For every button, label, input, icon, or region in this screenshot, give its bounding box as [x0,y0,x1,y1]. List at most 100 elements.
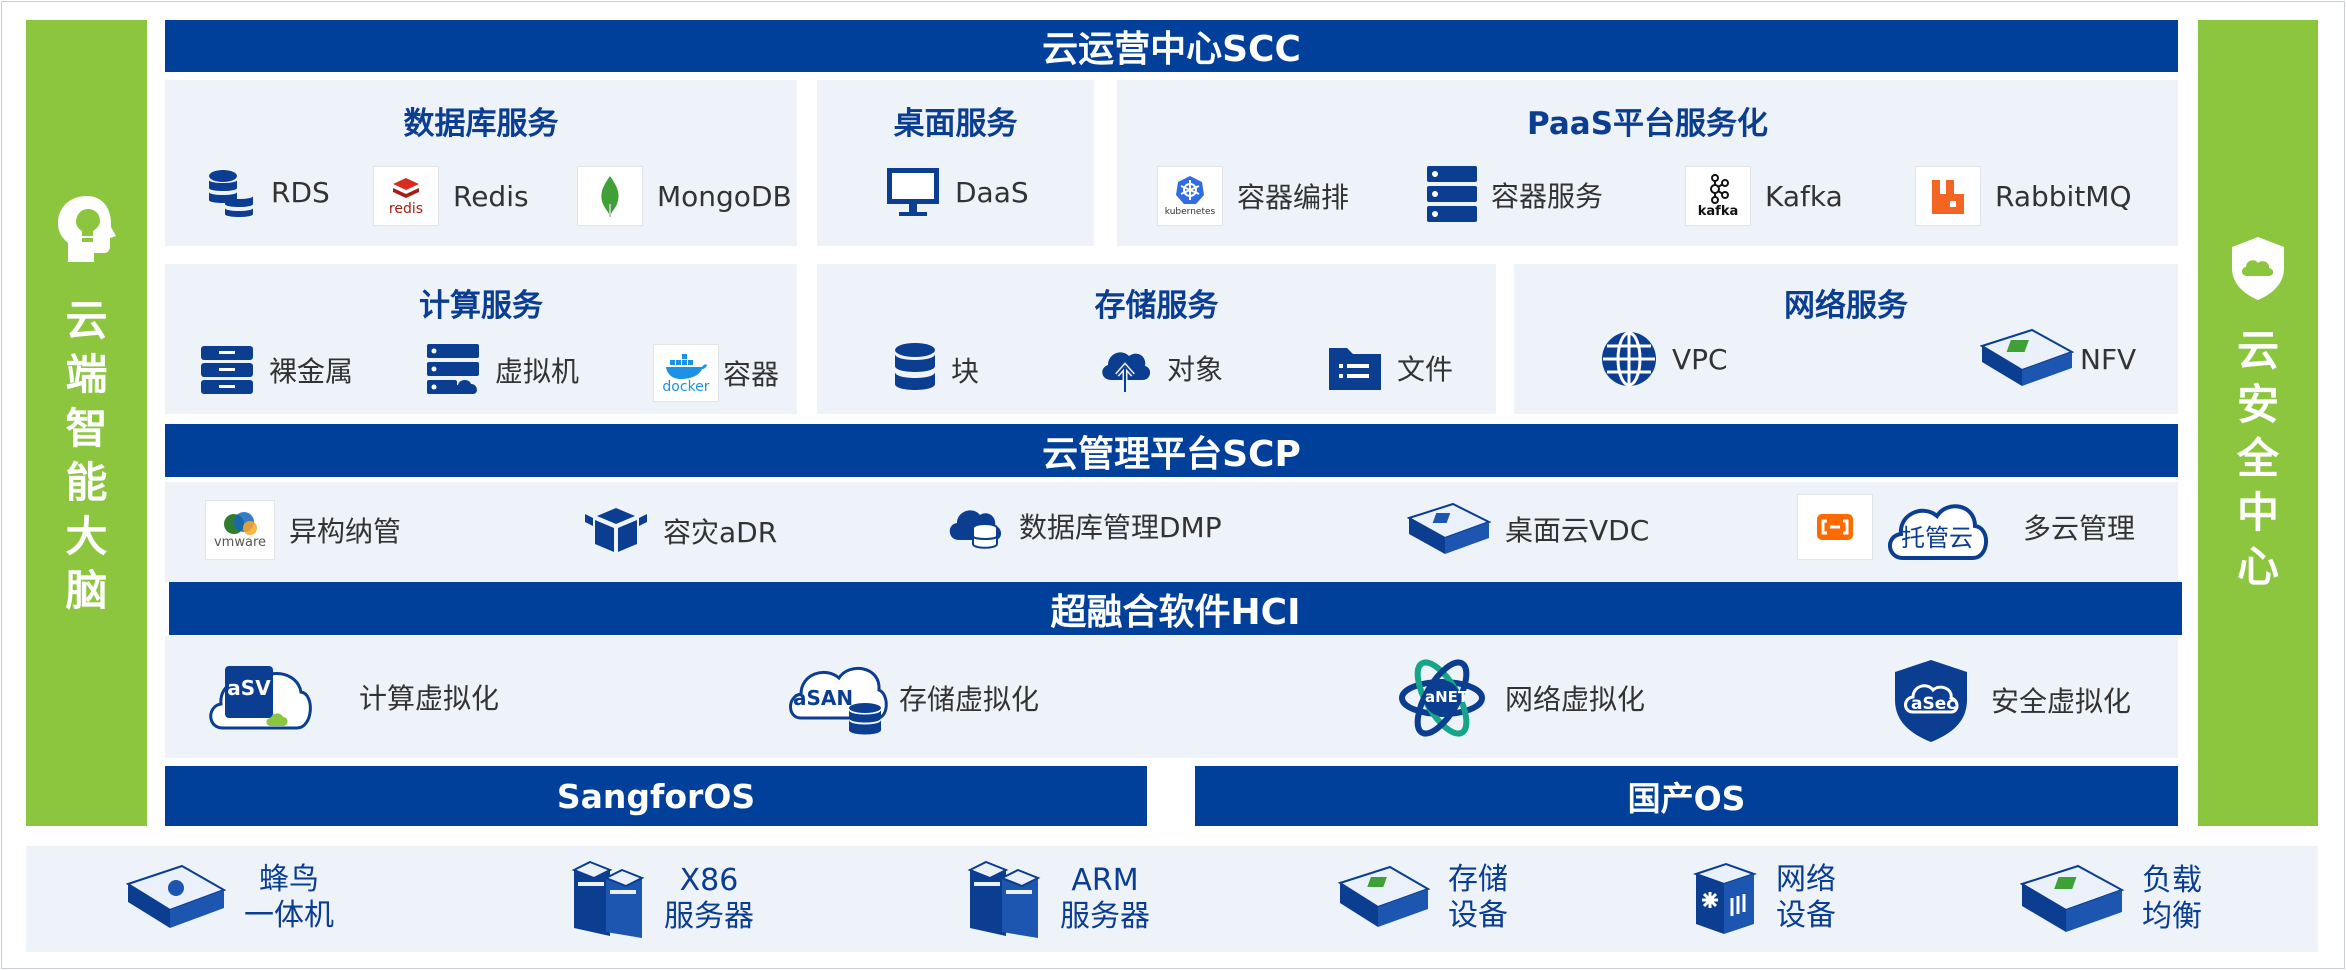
service-item-mongodb: MongoDB [577,166,792,226]
hardware-line: ARM [1071,863,1139,898]
asec-icon: aSec [1891,656,1971,744]
service-item-docker: docker 容器 [653,344,779,402]
left-sidebar-char: 端 [65,350,108,399]
bare-metal-icon [199,344,255,396]
folder-icon [1327,342,1383,394]
hci-item-security: aSec 安全虚拟化 [1891,656,2131,744]
scp-label: 数据库管理DMP [1019,511,1222,544]
hci-label: 存储虚拟化 [899,683,1040,716]
multi-cloud-text: 托管云 [1901,523,1973,552]
service-label: RDS [271,175,330,209]
hardware-line: 网络 [1776,862,1836,897]
domestic-os-title: 国产OS [1627,779,1746,818]
vdc-appliance-icon [1407,500,1491,558]
docker-text: docker [662,379,710,395]
panel-title: 数据库服务 [403,106,559,142]
panel-title: 计算服务 [419,288,543,324]
kafka-text: kafka [1697,204,1739,219]
database-panel: 数据库服务 RDS redis Redis MongoDB [165,80,797,246]
left-sidebar-char: 大 [65,512,108,561]
left-sidebar-char: 脑 [65,566,108,615]
asan-text: aSAN [793,686,854,710]
hardware-line: 蜂鸟 [259,862,319,897]
left-sidebar-char: 智 [65,404,108,453]
service-label: 容器编排 [1237,181,1350,214]
service-item-block: 块 [893,342,979,398]
service-item-object: 对象 [1097,342,1223,394]
hardware-label: 存储 设备 [1448,862,1508,934]
network-panel: 网络服务 VPC NFV [1514,264,2178,414]
service-label: 块 [951,355,980,388]
tower-server-icon [967,860,1041,938]
compute-panel: 计算服务 裸金属 虚拟机 docker 容器 [165,264,797,414]
hardware-line: 设备 [1776,898,1836,933]
asv-text: aSV [227,676,271,700]
redis-logo-text: redis [388,201,424,217]
anet-icon: aNET [1397,658,1487,738]
domestic-os-bar: 国产OS [1195,766,2178,826]
hardware-item-loadbalancer: 负载 均衡 [2020,862,2202,936]
hardware-item-arm: ARM 服务器 [966,858,1150,940]
service-item-container: 容器服务 [1427,166,1603,224]
database-stack-icon [205,166,257,218]
anet-text: aNET [1425,688,1469,706]
right-sidebar-char: 中 [2236,488,2279,537]
service-label: Kafka [1765,179,1843,213]
service-item-kafka: kafka Kafka [1685,166,1843,226]
service-item-nfv: NFV [1980,326,2136,392]
scp-label: 多云管理 [2023,512,2136,545]
service-item-vm: 虚拟机 [427,344,579,396]
sangforos-title: SangforOS [556,776,756,816]
cloud-upload-icon [1097,342,1153,394]
service-label: 虚拟机 [495,355,580,388]
left-sidebar-char: 能 [65,458,108,507]
load-balancer-icon [2020,864,2124,932]
hardware-item-network: 网络 设备 [1692,860,1836,936]
hardware-line: 存储 [1448,862,1508,897]
hci-item-storage: aSAN 存储虚拟化 [785,658,1039,738]
panel-title: PaaS平台服务化 [1526,106,1769,142]
shield-cloud-icon [2228,234,2288,306]
kubernetes-text: kubernetes [1164,207,1216,217]
monitor-icon [885,166,941,218]
hci-item-network: aNET 网络虚拟化 [1397,658,1645,738]
block-storage-icon [893,342,937,398]
network-switch-icon [1692,862,1758,934]
service-label: DaaS [955,175,1029,209]
desktop-panel: 桌面服务 DaaS [817,80,1094,246]
service-label: NFV [2080,342,2137,376]
scp-item-heterogeneous: vmware 异构纳管 [205,500,401,560]
hardware-label: ARM 服务器 [1060,863,1150,935]
service-item-file: 文件 [1327,342,1453,394]
service-label: MongoDB [657,179,792,213]
asec-text: aSec [1911,694,1957,714]
scc-title: 云运营中心SCC [1042,29,1301,70]
hardware-label: X86 服务器 [664,863,754,935]
storage-appliance-icon [1338,865,1430,927]
scp-bar: 云管理平台SCP [165,424,2178,477]
right-sidebar-char: 全 [2236,434,2279,483]
hardware-label: 网络 设备 [1776,862,1836,934]
service-label: 裸金属 [269,355,354,388]
hardware-item-storage: 存储 设备 [1338,862,1508,934]
hci-label: 网络虚拟化 [1505,683,1646,716]
vmware-logo-icon: vmware [205,500,275,560]
scc-bar: 云运营中心SCC [165,20,2178,72]
scp-item-multicloud: 托管云 多云管理 [1797,492,2135,562]
kafka-logo-icon: kafka [1685,166,1751,226]
service-item-baremetal: 裸金属 [199,344,353,396]
mongodb-leaf-icon [577,166,643,226]
right-sidebar-char: 心 [2236,542,2279,591]
appliance-icon [126,864,226,928]
right-sidebar-title: 云 安 全 中 心 [2237,324,2279,594]
hci-item-compute: aSV 计算虚拟化 [205,658,499,736]
kubernetes-icon: kubernetes [1157,166,1223,226]
sangforos-bar: SangforOS [165,766,1147,826]
hardware-line: 负载 [2142,863,2202,898]
service-item-k8s: kubernetes 容器编排 [1157,166,1349,226]
rabbitmq-logo-icon [1915,166,1981,226]
server-stack-icon [1427,166,1477,224]
hardware-label: 蜂鸟 一体机 [244,862,334,934]
docker-logo-icon: docker [653,344,719,402]
globe-icon [1600,330,1658,388]
